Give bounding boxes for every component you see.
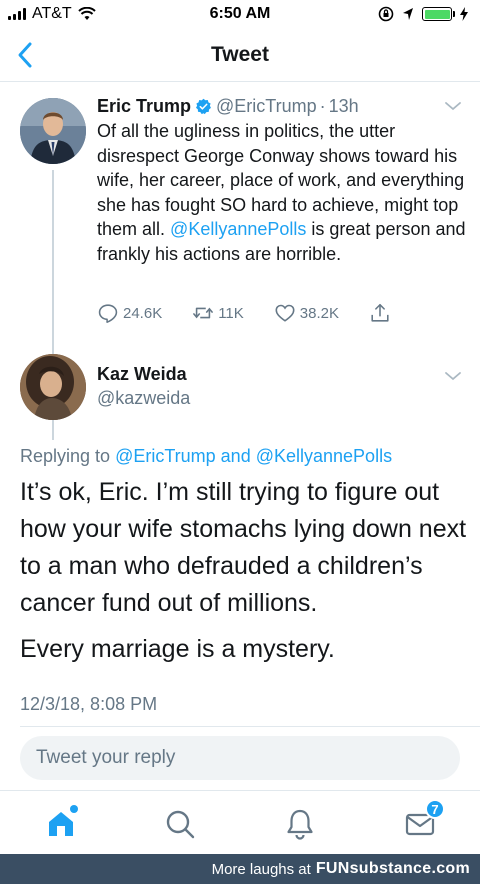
tab-notifications[interactable]: [283, 807, 317, 841]
notification-dot: [70, 805, 78, 813]
like-action[interactable]: 38.2K: [274, 302, 339, 324]
replying-to: Replying to @EricTrump and @KellyannePol…: [20, 446, 392, 467]
reply-action[interactable]: 24.6K: [97, 302, 162, 324]
tab-home[interactable]: [44, 805, 78, 841]
location-arrow-icon: [403, 8, 413, 20]
messages-badge: 7: [425, 799, 445, 819]
verified-badge-icon: [196, 98, 211, 114]
status-left: AT&T: [8, 5, 96, 23]
tab-messages[interactable]: 7: [403, 799, 445, 841]
like-count: 38.2K: [299, 304, 339, 322]
author-handle[interactable]: @kazweida: [97, 388, 190, 409]
status-right: [378, 6, 468, 22]
reply-paragraph: Every marriage is a mystery.: [20, 635, 335, 663]
replying-conjunction: and: [215, 446, 256, 466]
wifi-icon: [78, 7, 96, 20]
back-chevron-icon[interactable]: [12, 40, 40, 70]
retweet-action[interactable]: 11K: [192, 302, 244, 324]
tweet-timestamp: 12/3/18, 8:08 PM: [20, 694, 158, 714]
divider: [20, 726, 480, 727]
share-action[interactable]: [369, 302, 391, 324]
replying-user-link[interactable]: @KellyannePolls: [256, 446, 392, 466]
reply-paragraph: It’s ok, Eric. I’m still trying to figur…: [20, 478, 467, 617]
footer-brand: FUNsubstance.com: [315, 860, 470, 877]
signal-icon: [8, 8, 26, 20]
reply-text: It’s ok, Eric. I’m still trying to figur…: [20, 474, 470, 677]
search-icon: [166, 810, 195, 839]
replying-prefix: Replying to: [20, 446, 116, 466]
reply-input[interactable]: Tweet your reply: [20, 736, 460, 780]
rotation-lock-icon: [378, 6, 394, 22]
replying-user-link[interactable]: @EricTrump: [115, 446, 216, 466]
chevron-down-icon[interactable]: [444, 100, 462, 112]
bell-icon: [287, 809, 313, 840]
author-name[interactable]: Eric Trump: [97, 94, 191, 118]
original-tweet[interactable]: Eric Trump @EricTrump · 13h Of all the u…: [0, 90, 480, 440]
tab-search[interactable]: [163, 807, 197, 841]
tweet-header: Eric Trump @EricTrump · 13h: [97, 94, 465, 118]
mention-link[interactable]: @KellyannePolls: [170, 219, 306, 239]
avatar[interactable]: [20, 98, 86, 164]
reply-icon: [98, 304, 118, 323]
heart-icon: [275, 304, 295, 322]
tab-bar: 7: [0, 790, 480, 854]
battery-icon: [422, 7, 455, 21]
footer-text: More laughs at: [211, 860, 311, 878]
navigation-bar: Tweet: [0, 28, 480, 82]
author-name[interactable]: Kaz Weida: [97, 364, 187, 385]
tweet-body: Eric Trump @EricTrump · 13h Of all the u…: [97, 94, 467, 266]
retweet-count: 11K: [218, 304, 244, 322]
page-title: Tweet: [211, 42, 269, 66]
retweet-icon: [193, 307, 214, 319]
avatar[interactable]: [20, 354, 86, 420]
meta-separator: ·: [319, 96, 326, 116]
charging-bolt-icon: [460, 7, 468, 21]
tweet-actions: 24.6K 11K 38.2K: [97, 302, 421, 324]
carrier-label: AT&T: [32, 5, 72, 22]
reply-count: 24.6K: [123, 304, 163, 322]
tweet-time: 13h: [328, 96, 359, 116]
status-bar: AT&T 6:50 AM: [0, 0, 480, 28]
footer-watermark: More laughs at FUNsubstance.com: [0, 854, 480, 884]
tweet-text: Of all the ugliness in politics, the utt…: [97, 119, 467, 266]
chevron-down-icon[interactable]: [444, 370, 462, 382]
author-handle[interactable]: @EricTrump: [216, 94, 317, 118]
share-icon: [371, 303, 389, 322]
